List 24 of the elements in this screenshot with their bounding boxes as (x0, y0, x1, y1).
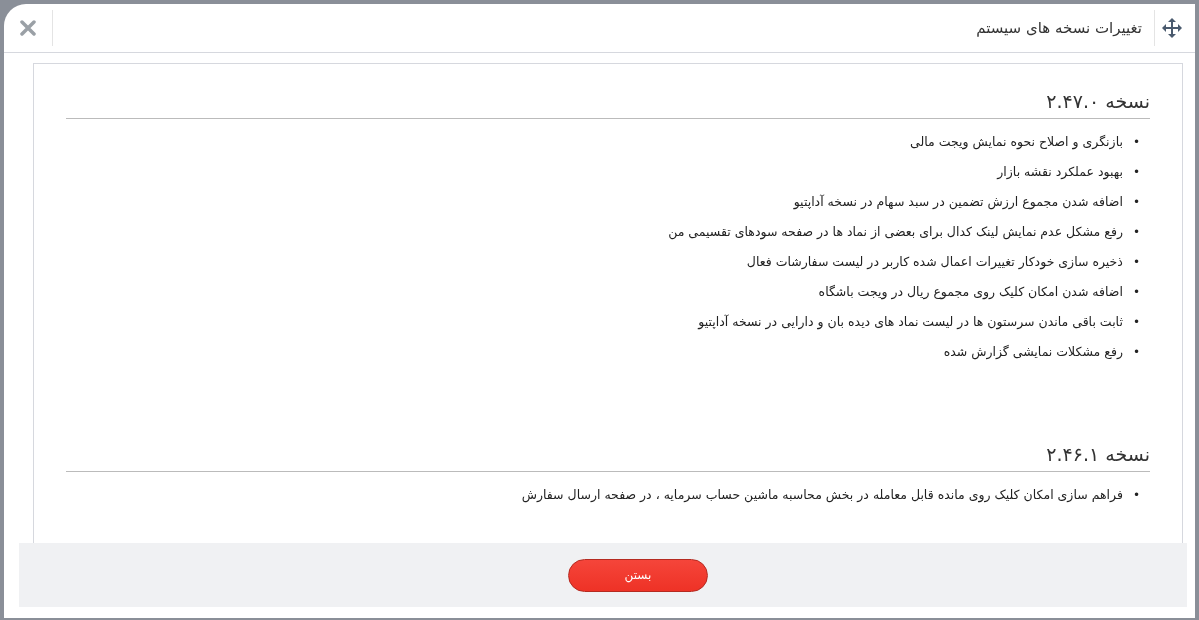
bullet: • (1132, 284, 1140, 301)
version-heading: نسخه ۲.۴۷.۰ (66, 90, 1150, 119)
version-heading: نسخه ۲.۴۶.۱ (66, 443, 1150, 472)
move-icon[interactable] (1162, 18, 1182, 38)
change-item: اضافه شدن امکان کلیک روی مجموع ریال در ویجت باشگاه (818, 283, 1123, 302)
change-item: اضافه شدن مجموع ارزش تضمین در سبد سهام در نسخه آداپتیو (793, 193, 1123, 212)
bullet: • (1132, 314, 1140, 331)
bullet: • (1132, 487, 1140, 504)
bullet: • (1132, 344, 1140, 361)
close-button[interactable]: بستن (568, 558, 708, 592)
change-item: رفع مشکل عدم نمایش لینک کدال برای بعضی از نماد ها در صفحه سودهای تقسیمی من (668, 223, 1123, 242)
bullet: • (1132, 194, 1140, 211)
dialog-title: تغییرات نسخه های سیستم (975, 19, 1142, 37)
change-item: بازنگری و اصلاح نحوه نمایش ویجت مالی (909, 133, 1123, 152)
change-item: رفع مشکلات نمایشی گزارش شده (943, 343, 1123, 362)
bullet: • (1132, 224, 1140, 241)
bullet: • (1132, 254, 1140, 271)
change-item: ثابت باقی ماندن سرستون ها در لیست نماد های دیده بان و دارایی در نسخه آداپتیو (698, 313, 1123, 332)
close-icon[interactable] (20, 20, 36, 36)
bullet: • (1132, 164, 1140, 181)
bullet: • (1132, 134, 1140, 151)
change-item: بهبود عملکرد نقشه بازار (997, 163, 1123, 182)
change-item: ذخیره سازی خودکار تغییرات اعمال شده کاربر در لیست سفارشات فعال (746, 253, 1123, 272)
change-item: فراهم سازی امکان کلیک روی مانده قابل معامله در بخش محاسبه ماشین حساب سرمایه ، در صفحه ارسال سفارش (521, 486, 1123, 505)
